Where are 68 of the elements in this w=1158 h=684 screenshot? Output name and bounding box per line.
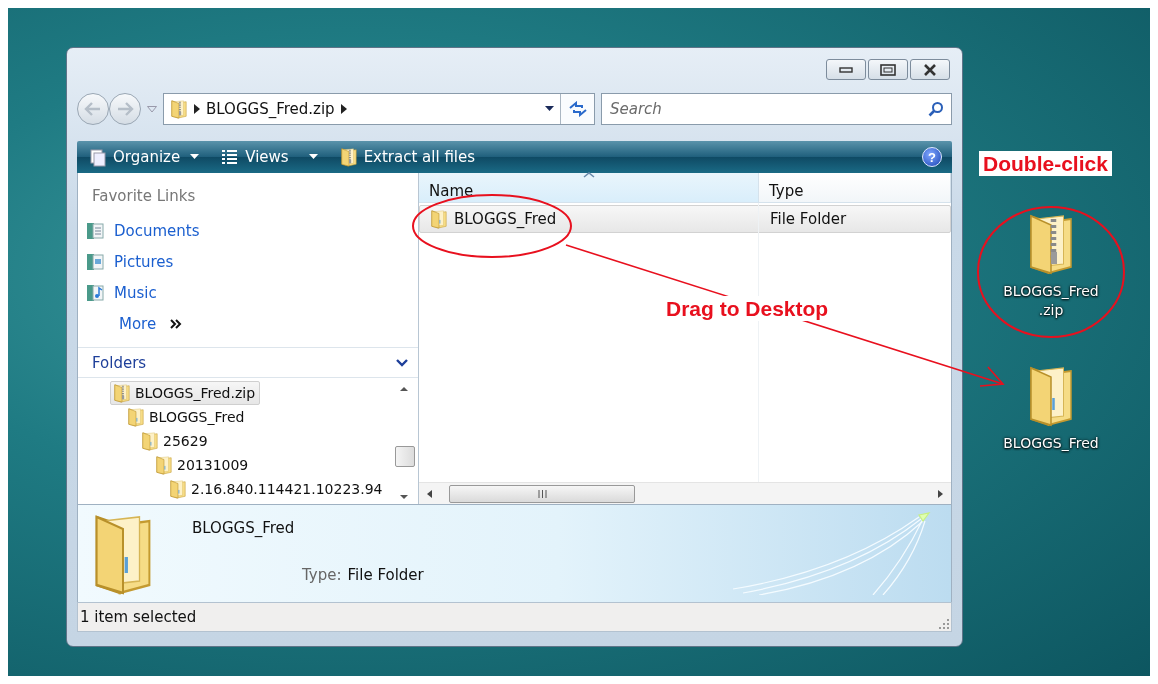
caret-icon[interactable] <box>308 154 318 160</box>
column-header[interactable]: Type <box>759 173 951 202</box>
tree-item[interactable]: 2.16.840.114421.10223.94 <box>166 477 388 501</box>
zip-folder-icon <box>113 383 131 403</box>
zip-folder-icon <box>339 147 358 167</box>
music-library-icon <box>86 282 106 303</box>
forward-arrow-icon <box>116 102 134 116</box>
folder-icon <box>127 407 145 427</box>
favorite-link[interactable]: Music <box>78 277 163 308</box>
close-button[interactable] <box>910 59 950 80</box>
file-row[interactable]: BLOGGS_Fred File Folder <box>419 205 951 233</box>
tree-item[interactable]: BLOGGS_Fred <box>124 405 250 429</box>
scroll-thumb[interactable] <box>395 446 415 467</box>
menu-button[interactable]: Organize <box>87 145 202 169</box>
favorite-link[interactable]: More <box>78 308 189 339</box>
maximize-icon <box>880 63 896 76</box>
folder-icon <box>169 479 187 499</box>
maximize-button[interactable] <box>868 59 908 80</box>
section-title: Favorite Links <box>91 186 197 207</box>
status-text: 1 item selected <box>80 608 197 626</box>
back-arrow-icon <box>84 102 102 116</box>
folders-header[interactable]: Folders <box>78 347 418 378</box>
tree-item[interactable]: 25629 <box>138 429 213 453</box>
section-title: Folders <box>92 353 147 372</box>
chevron-icon[interactable] <box>194 104 200 114</box>
chevron-down-icon[interactable] <box>396 358 408 367</box>
caret-icon[interactable] <box>190 154 200 160</box>
favorite-link[interactable]: Pictures <box>78 246 180 277</box>
search-field[interactable]: Search <box>601 93 952 125</box>
refresh-icon <box>567 101 588 117</box>
search-icon[interactable] <box>928 101 944 117</box>
callout-label: Double-click <box>979 151 1112 176</box>
extract-button[interactable]: Extract all files <box>337 145 478 169</box>
pictures-library-icon <box>86 251 106 272</box>
desktop-icon-label[interactable]: BLOGGS_Fred .zip <box>1003 282 1099 320</box>
minimize-button[interactable] <box>826 59 866 80</box>
file-type: File Folder <box>770 210 847 228</box>
favorite-link[interactable]: Documents <box>78 215 206 246</box>
pages-icon <box>89 147 107 167</box>
desktop-icon-label[interactable]: BLOGGS_Fred <box>1003 434 1099 453</box>
refresh-button[interactable] <box>560 94 594 124</box>
folder-icon <box>430 209 448 229</box>
property-value: File Folder <box>347 566 424 584</box>
resize-grip-icon[interactable] <box>939 619 949 629</box>
tree-item[interactable]: 20131009 <box>152 453 254 477</box>
scroll-thumb[interactable] <box>449 484 635 503</box>
breadcrumb-item[interactable]: BLOGGS_Fred.zip <box>206 100 335 118</box>
zip-folder-icon <box>170 99 188 119</box>
minimize-icon <box>839 66 853 73</box>
file-name: BLOGGS_Fred <box>454 210 557 228</box>
close-icon <box>924 63 936 76</box>
item-name: BLOGGS_Fred <box>192 519 295 539</box>
documents-library-icon <box>86 220 106 241</box>
horizontal-scrollbar[interactable] <box>419 482 951 504</box>
address-bar[interactable]: BLOGGS_Fred.zip <box>163 93 595 125</box>
list-view-icon <box>221 147 240 167</box>
tree-item[interactable]: BLOGGS_Fred.zip <box>110 381 261 405</box>
double-chevron-icon <box>170 318 183 329</box>
column-header[interactable]: Name <box>419 173 759 202</box>
grip-icon <box>537 489 547 498</box>
folder-icon <box>155 455 173 475</box>
scroll-right-icon[interactable] <box>937 488 945 499</box>
chevron-icon[interactable] <box>340 104 347 114</box>
menu-button[interactable]: Views <box>219 145 320 169</box>
dropdown-caret-icon[interactable] <box>545 106 554 112</box>
scroll-left-icon[interactable] <box>425 488 433 499</box>
property-label: Type: <box>302 566 342 584</box>
folder-icon <box>141 431 159 451</box>
